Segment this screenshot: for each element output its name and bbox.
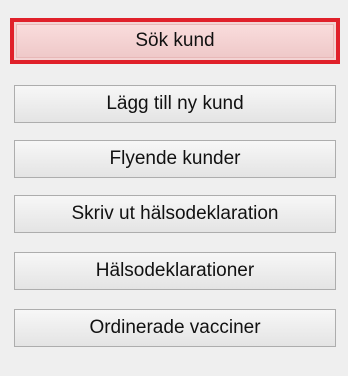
search-customer-label: Sök kund: [135, 30, 215, 51]
search-customer-button-face: Sök kund: [16, 24, 334, 58]
prescribed-vaccines-button[interactable]: Ordinerade vacciner: [14, 309, 336, 347]
fleeing-customers-button[interactable]: Flyende kunder: [14, 140, 336, 178]
add-new-customer-button[interactable]: Lägg till ny kund: [14, 85, 336, 123]
print-health-declaration-button[interactable]: Skriv ut hälsodeklaration: [14, 195, 336, 233]
print-health-declaration-label: Skriv ut hälsodeklaration: [71, 203, 279, 224]
fleeing-customers-label: Flyende kunder: [109, 148, 241, 169]
prescribed-vaccines-label: Ordinerade vacciner: [89, 317, 261, 338]
health-declarations-label: Hälsodeklarationer: [95, 260, 255, 281]
add-new-customer-label: Lägg till ny kund: [106, 93, 244, 114]
health-declarations-button[interactable]: Hälsodeklarationer: [14, 252, 336, 290]
search-customer-button[interactable]: Sök kund: [10, 18, 340, 64]
customer-menu-panel: Sök kund Lägg till ny kund Flyende kunde…: [0, 0, 348, 376]
